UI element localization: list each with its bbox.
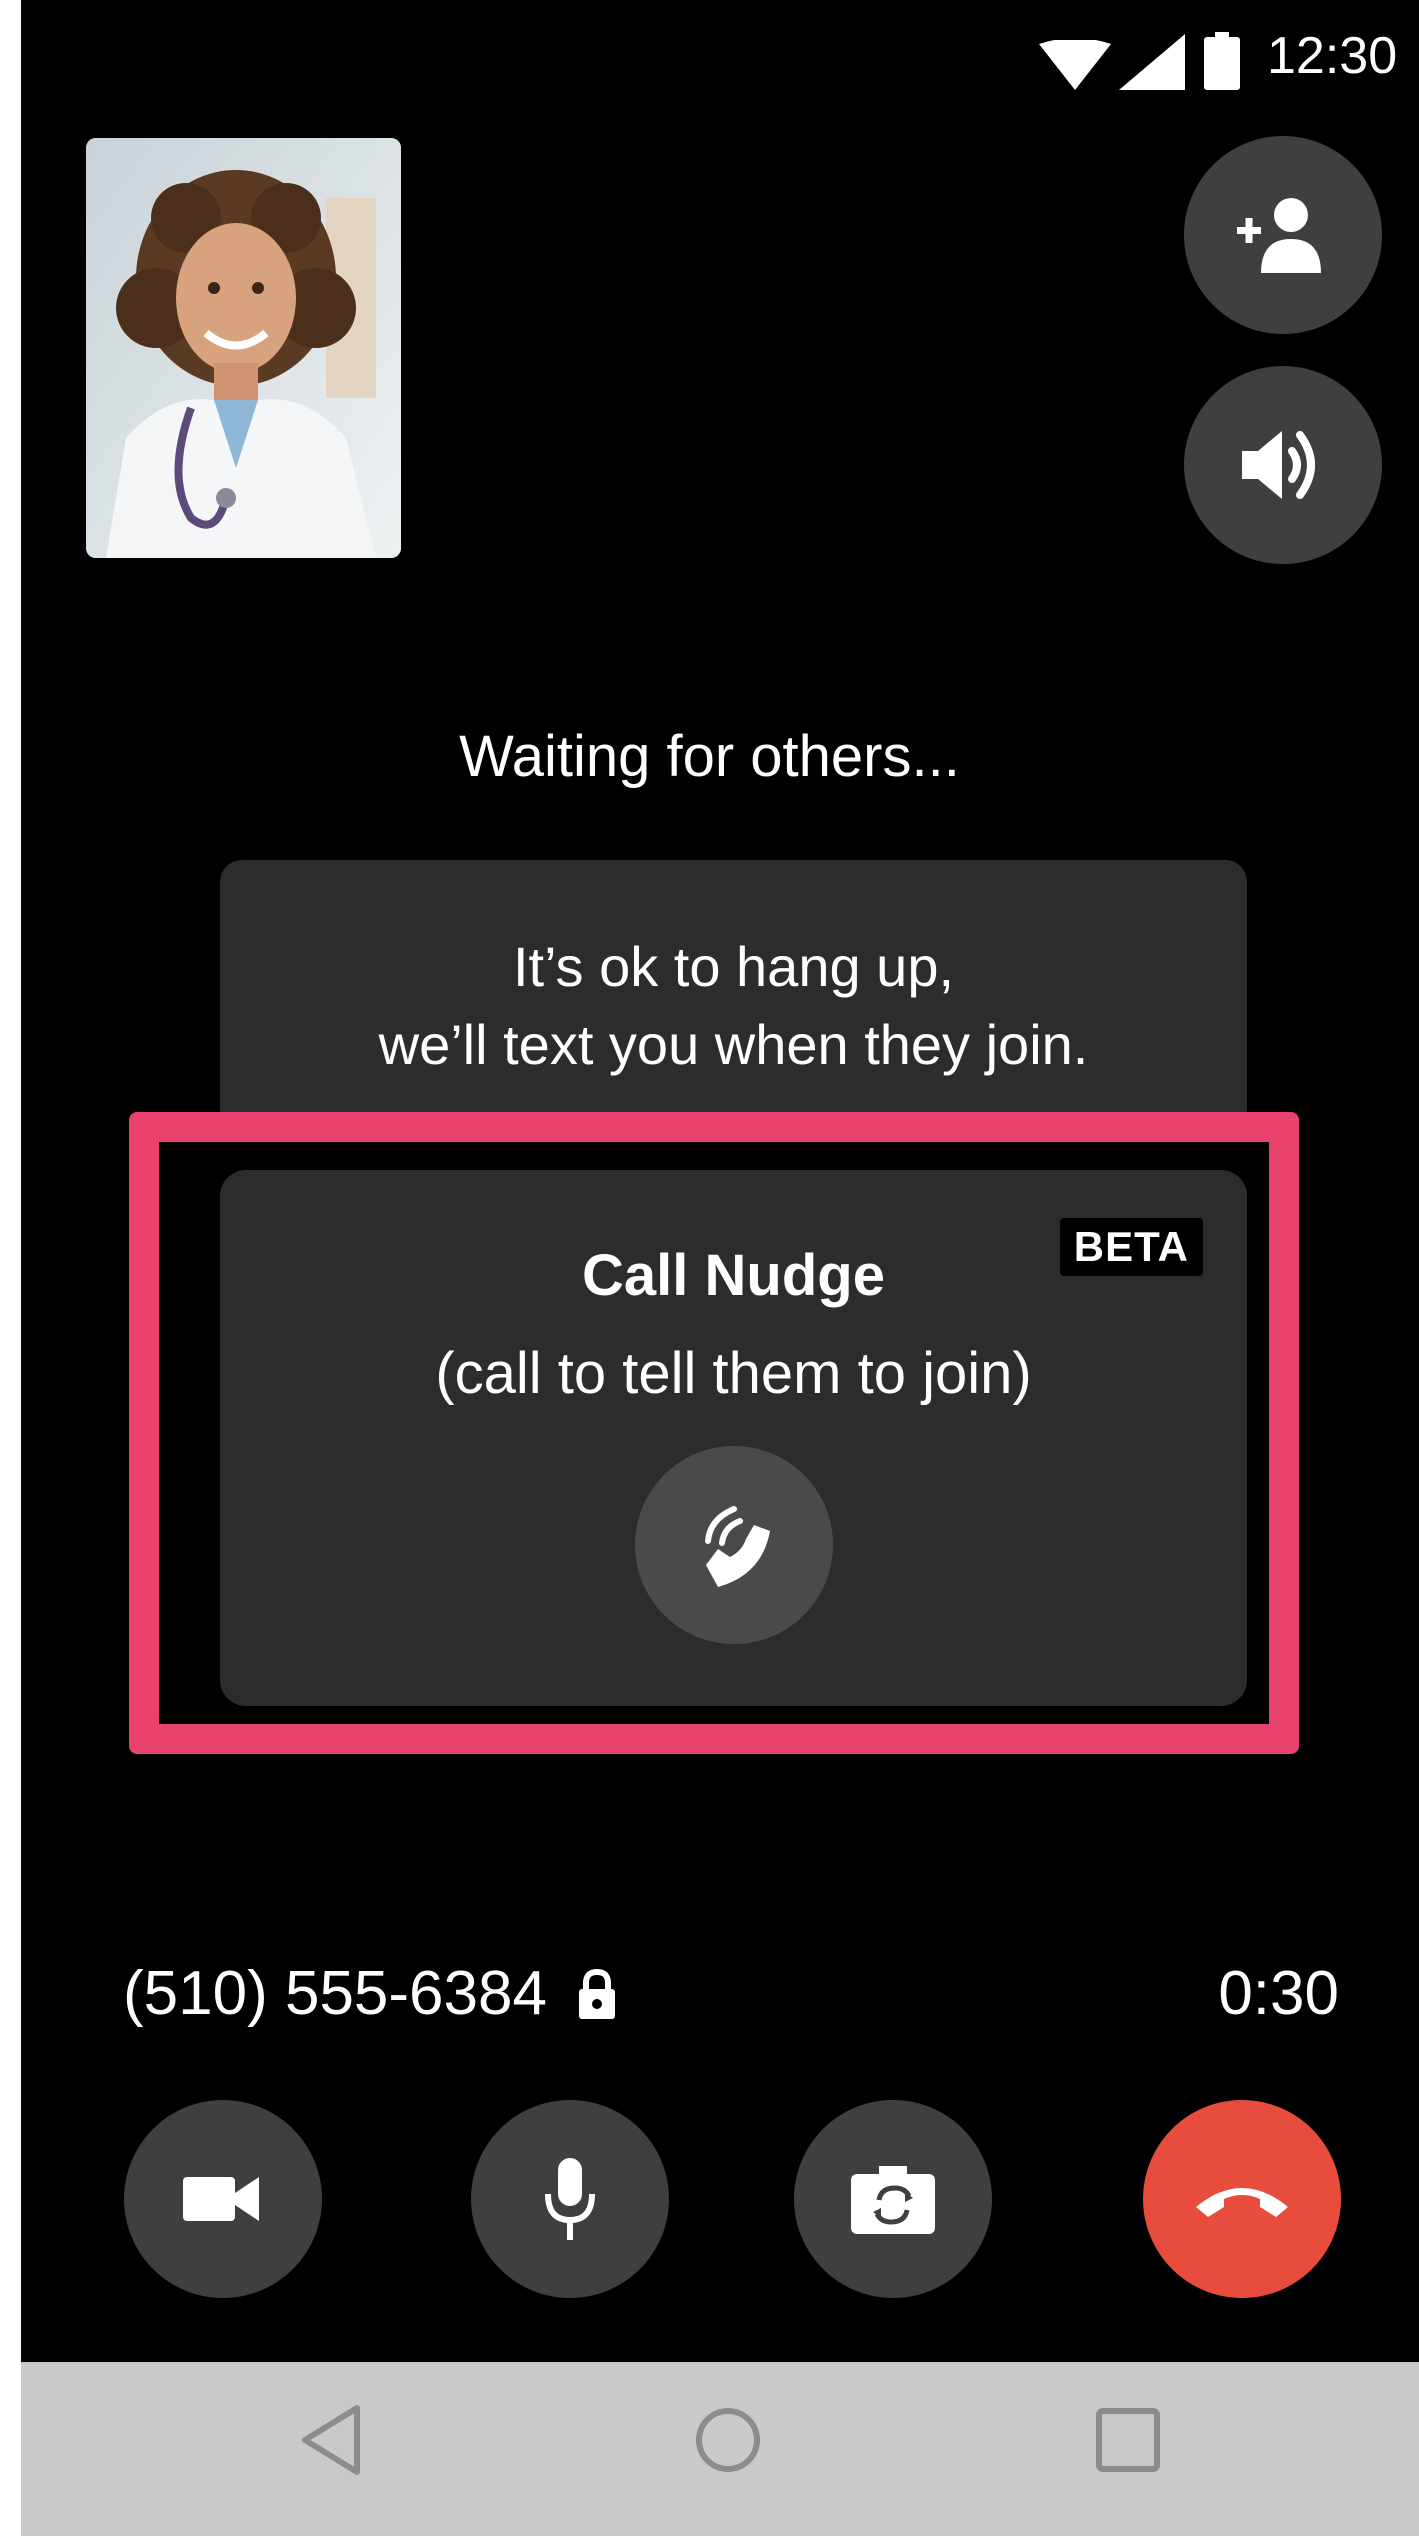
speaker-button[interactable] [1184,366,1382,564]
lock-icon [578,1968,615,2019]
microphone-toggle-button[interactable] [471,2100,669,2298]
status-bar: 12:30 [21,0,1419,120]
call-nudge-button[interactable] [635,1446,833,1644]
microphone-icon [545,2158,595,2240]
android-nav-bar [21,2362,1419,2536]
call-nudge-card: BETA Call Nudge (call to tell them to jo… [220,1170,1247,1706]
home-circle-icon[interactable] [693,2402,763,2478]
ringing-phone-icon [705,1506,770,1587]
video-camera-icon [183,2177,259,2221]
hangup-info-line-1: It’s ok to hang up, [512,935,955,998]
add-person-icon [1237,198,1321,273]
end-call-icon [1196,2188,1288,2217]
status-time: 12:30 [1267,27,1398,85]
speaker-icon [1242,431,1315,499]
self-view-thumbnail[interactable] [86,138,401,558]
flip-camera-button[interactable] [794,2100,992,2298]
hangup-info-line-2: we’ll text you when they join. [378,1013,1089,1076]
video-call-screen: 12:30 Waiting for others... It’s ok to h… [21,0,1419,2536]
recents-square-icon[interactable] [1093,2402,1163,2478]
camera-toggle-button[interactable] [124,2100,322,2298]
flip-camera-icon [851,2166,935,2234]
end-call-button[interactable] [1143,2100,1341,2298]
waiting-status-text: Waiting for others... [459,724,960,789]
call-phone-number: (510) 555-6384 [123,1958,617,2029]
hangup-info-card: It’s ok to hang up, we’ll text you when … [220,860,1247,1120]
doctor-portrait [86,138,401,558]
cell-signal-icon [1119,34,1185,90]
call-timer: 0:30 [1218,1959,1339,2028]
wifi-icon [1039,40,1111,90]
back-triangle-icon[interactable] [299,2402,363,2478]
battery-icon [1204,32,1240,90]
add-participant-button[interactable] [1184,136,1382,334]
call-nudge-title: Call Nudge [582,1243,885,1308]
call-nudge-subtitle: (call to tell them to join) [435,1341,1032,1406]
phone-number-text: (510) 555-6384 [123,1959,547,2028]
